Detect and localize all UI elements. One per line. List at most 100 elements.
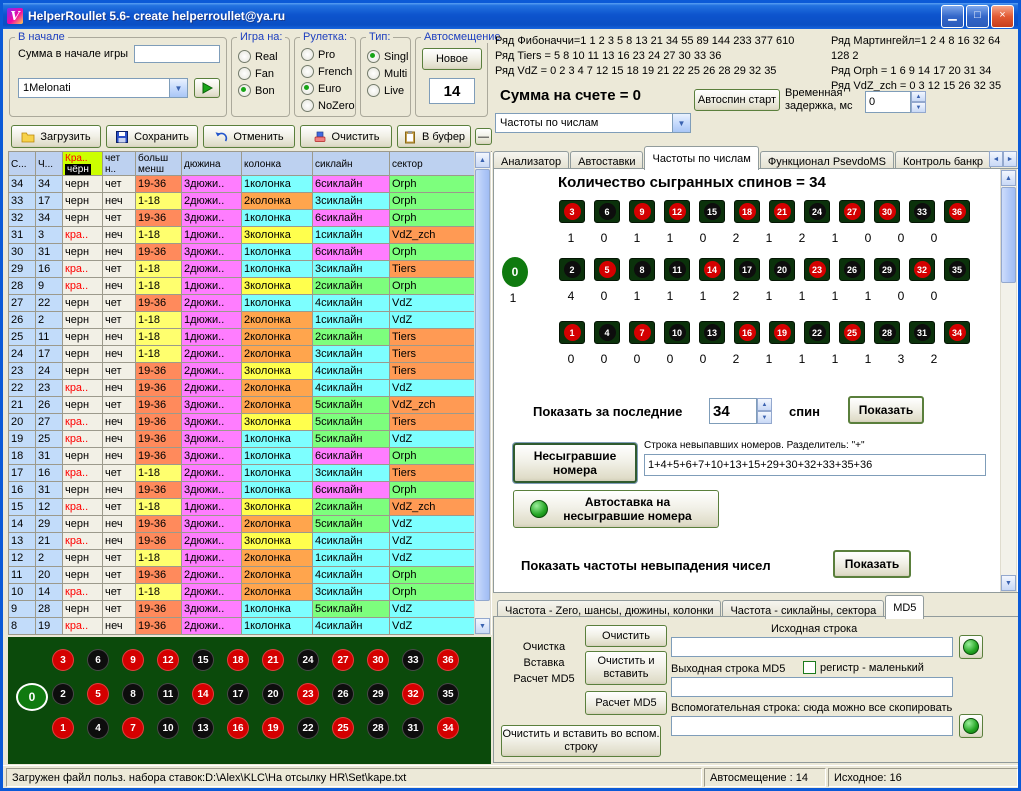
- felt-number-27[interactable]: 27: [332, 649, 354, 671]
- table-row[interactable]: 122чернчет1-181дюжи..2колонка1сиклайнVdZ: [9, 550, 492, 567]
- spin-down-icon[interactable]: ▼: [757, 411, 772, 424]
- scroll-down-icon[interactable]: ▼: [475, 618, 490, 634]
- radio-option-french[interactable]: French: [295, 63, 355, 80]
- felt-number-11[interactable]: 11: [157, 683, 179, 705]
- felt-zero-chip[interactable]: 0: [16, 683, 48, 711]
- felt-number-12[interactable]: 12: [157, 649, 179, 671]
- felt-number-14[interactable]: 14: [192, 683, 214, 705]
- felt-number-25[interactable]: 25: [332, 717, 354, 739]
- felt-number-5[interactable]: 5: [87, 683, 109, 705]
- felt-number-22[interactable]: 22: [297, 717, 319, 739]
- load-button[interactable]: Загрузить: [11, 125, 101, 148]
- radio-icon[interactable]: [301, 65, 314, 78]
- missed-numbers-button[interactable]: Несыгравшие номера: [513, 443, 637, 483]
- radio-icon[interactable]: [367, 84, 380, 97]
- felt-number-15[interactable]: 15: [192, 649, 214, 671]
- radio-icon[interactable]: [238, 84, 251, 97]
- felt-number-4[interactable]: 4: [87, 717, 109, 739]
- panel-scrollbar-thumb[interactable]: [1001, 187, 1016, 283]
- title-bar[interactable]: V HelperRoullet 5.6- create helperroulle…: [3, 3, 1018, 29]
- felt-number-23[interactable]: 23: [297, 683, 319, 705]
- felt-number-10[interactable]: 10: [157, 717, 179, 739]
- table-scrollbar-thumb[interactable]: [475, 169, 490, 601]
- missed-string-input[interactable]: 1+4+5+6+7+10+13+15+29+30+32+33+35+36: [644, 454, 986, 476]
- save-button[interactable]: Сохранить: [106, 125, 198, 148]
- felt-number-3[interactable]: 3: [52, 649, 74, 671]
- table-row[interactable]: 1925кра..неч19-363дюжи..1колонка5сиклайн…: [9, 431, 492, 448]
- table-row[interactable]: 1631черннеч19-363дюжи..1колонка6сиклайнO…: [9, 482, 492, 499]
- show-last-input[interactable]: 34: [709, 398, 757, 424]
- copy-buffer-button[interactable]: В буфер: [397, 125, 471, 148]
- radio-icon[interactable]: [367, 50, 380, 63]
- minimize-button[interactable]: ▁: [941, 5, 964, 28]
- table-row[interactable]: 3434чернчет19-363дюжи..1колонка6сиклайнO…: [9, 176, 492, 193]
- table-row[interactable]: 2324чернчет19-362дюжи..3колонка4сиклайнT…: [9, 363, 492, 380]
- table-row[interactable]: 1716кра..чет1-182дюжи..1колонка3сиклайнT…: [9, 465, 492, 482]
- felt-number-16[interactable]: 16: [227, 717, 249, 739]
- spin-up-icon[interactable]: ▲: [757, 398, 772, 411]
- table-row[interactable]: 2722чернчет19-362дюжи..1колонка4сиклайнV…: [9, 295, 492, 312]
- felt-number-29[interactable]: 29: [367, 683, 389, 705]
- show-last-spinner[interactable]: ▲ ▼: [757, 398, 772, 424]
- radio-icon[interactable]: [301, 82, 314, 95]
- felt-number-31[interactable]: 31: [402, 717, 424, 739]
- preset-combobox[interactable]: 1Melonati ▼: [18, 78, 188, 98]
- table-row[interactable]: 2916кра..чет1-182дюжи..1колонка3сиклайнT…: [9, 261, 492, 278]
- spin-up-icon[interactable]: ▲: [911, 91, 926, 102]
- md5-source-input[interactable]: [671, 637, 953, 657]
- radio-option-fan[interactable]: Fan: [232, 65, 289, 82]
- table-row[interactable]: 2417черннеч1-182дюжи..2колонка3сиклайнTi…: [9, 346, 492, 363]
- felt-number-6[interactable]: 6: [87, 649, 109, 671]
- undo-button[interactable]: Отменить: [203, 125, 295, 148]
- felt-number-8[interactable]: 8: [122, 683, 144, 705]
- table-row[interactable]: 1512кра..чет1-181дюжи..3колонка2сиклайнV…: [9, 499, 492, 516]
- md5-source-go-button[interactable]: [959, 635, 983, 659]
- play-button[interactable]: [194, 78, 220, 98]
- new-shift-button[interactable]: Новое: [422, 48, 482, 70]
- md5-clear-paste-button[interactable]: Очистить и вставить: [585, 651, 667, 685]
- md5-output-input[interactable]: [671, 677, 953, 697]
- table-row[interactable]: 1321кра..неч19-362дюжи..3колонка4сиклайн…: [9, 533, 492, 550]
- freq-missed-show-button[interactable]: Показать: [833, 550, 911, 578]
- scroll-down-icon[interactable]: ▼: [1001, 575, 1016, 591]
- table-scrollbar[interactable]: ▲ ▼: [474, 151, 491, 635]
- felt-number-19[interactable]: 19: [262, 717, 284, 739]
- table-row[interactable]: 1120чернчет19-362дюжи..2колонка4сиклайнO…: [9, 567, 492, 584]
- radio-option-multi[interactable]: Multi: [361, 65, 410, 82]
- table-row[interactable]: 2223кра..неч19-362дюжи..2колонка4сиклайн…: [9, 380, 492, 397]
- mode-combobox[interactable]: Частоты по числам ▼: [495, 113, 691, 133]
- radio-option-singl[interactable]: Singl: [361, 48, 410, 65]
- checkbox-icon[interactable]: [803, 661, 816, 674]
- felt-number-9[interactable]: 9: [122, 649, 144, 671]
- felt-number-7[interactable]: 7: [122, 717, 144, 739]
- radio-option-bon[interactable]: Bon: [232, 82, 289, 99]
- radio-icon[interactable]: [238, 50, 251, 63]
- md5-clear-button[interactable]: Очистить: [585, 625, 667, 647]
- felt-number-21[interactable]: 21: [262, 649, 284, 671]
- delay-input[interactable]: 0: [865, 91, 911, 113]
- md5-register-option[interactable]: регистр - маленький: [803, 661, 924, 674]
- table-row[interactable]: 3031черннеч19-363дюжи..1колонка6сиклайнO…: [9, 244, 492, 261]
- close-button[interactable]: ×: [991, 5, 1014, 28]
- table-row[interactable]: 928чернчет19-363дюжи..1колонка5сиклайнVd…: [9, 601, 492, 618]
- spin-down-icon[interactable]: ▼: [911, 102, 926, 113]
- chevron-down-icon[interactable]: ▼: [169, 79, 187, 97]
- felt-number-32[interactable]: 32: [402, 683, 424, 705]
- felt-number-18[interactable]: 18: [227, 649, 249, 671]
- table-row[interactable]: 1014кра..чет1-182дюжи..2колонка3сиклайнO…: [9, 584, 492, 601]
- chevron-down-icon[interactable]: ▼: [672, 114, 690, 132]
- radio-option-pro[interactable]: Pro: [295, 46, 355, 63]
- scroll-up-icon[interactable]: ▲: [1001, 170, 1016, 186]
- tab-3[interactable]: Частоты по числам: [644, 146, 758, 170]
- radio-icon[interactable]: [238, 67, 251, 80]
- table-row[interactable]: 2027кра..неч19-363дюжи..3колонка5сиклайн…: [9, 414, 492, 431]
- delay-spinner[interactable]: ▲ ▼: [911, 91, 926, 113]
- felt-number-17[interactable]: 17: [227, 683, 249, 705]
- maximize-button[interactable]: □: [966, 5, 989, 28]
- felt-number-1[interactable]: 1: [52, 717, 74, 739]
- table-row[interactable]: 289кра..неч1-181дюжи..3колонка2сиклайнOr…: [9, 278, 492, 295]
- radio-option-nozero[interactable]: NoZero: [295, 97, 355, 114]
- table-row[interactable]: 819кра..неч19-362дюжи..1колонка4сиклайнV…: [9, 618, 492, 635]
- autospin-start-button[interactable]: Автоспин старт: [694, 89, 780, 111]
- felt-number-34[interactable]: 34: [437, 717, 459, 739]
